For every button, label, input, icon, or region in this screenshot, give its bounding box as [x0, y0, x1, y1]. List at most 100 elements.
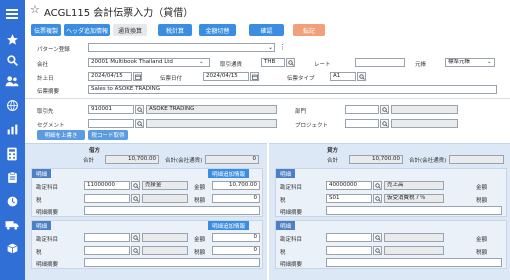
doc-date-calendar-icon[interactable]: [250, 72, 259, 81]
project-input[interactable]: [345, 119, 379, 128]
doc-type-search-icon[interactable]: [357, 72, 366, 81]
post-date-calendar-icon[interactable]: [133, 72, 142, 81]
credit-amount-label: 金額: [476, 185, 488, 191]
tax-calc-button[interactable]: 税計算: [158, 24, 192, 36]
debit-line2-tax-amount-input[interactable]: 0: [212, 246, 260, 255]
menu-icon[interactable]: [4, 6, 20, 22]
copy-voucher-button[interactable]: 伝票複製: [31, 24, 61, 36]
segment-search-icon[interactable]: [135, 119, 144, 128]
debit-total-company-field: 0: [205, 155, 259, 164]
project-search-icon[interactable]: [380, 119, 389, 128]
credit-line2-account-input[interactable]: [326, 233, 372, 242]
credit-title: 貸方: [327, 148, 339, 154]
favorite-star-icon[interactable]: ☆: [30, 3, 40, 16]
debit-tax-input[interactable]: [84, 194, 130, 203]
debit-line2-account-search-icon[interactable]: [131, 233, 140, 242]
credit-line2-tax-input[interactable]: [326, 246, 372, 255]
partner-name-field: ASOKE TRADING: [146, 105, 277, 114]
debit-memo-input[interactable]: [84, 206, 260, 215]
debit-amount-label: 金額: [194, 185, 206, 191]
debit-line2-tax-input[interactable]: [84, 246, 130, 255]
debit-tax-amount-input[interactable]: 0: [212, 194, 260, 203]
debit-account-code-input[interactable]: 11000000: [84, 181, 130, 190]
get-tax-code-button[interactable]: 税コード取得: [88, 130, 128, 140]
doc-date-label: 伝票日付: [160, 76, 183, 82]
credit-line-2: 明細 勘定科目 金額 税 税額 明細摘要: [275, 220, 507, 269]
credit-tax-code-input[interactable]: S01: [326, 194, 372, 203]
debit-total-label: 合計: [83, 158, 95, 164]
chart-icon[interactable]: [4, 121, 20, 137]
post-button[interactable]: 転記: [293, 24, 325, 36]
chevron-down-icon[interactable]: ⌄: [268, 44, 273, 51]
doc-date-input[interactable]: 2024/04/15: [203, 72, 249, 81]
company-label: 会社: [37, 62, 49, 68]
credit-line2-account-search-icon[interactable]: [373, 233, 382, 242]
clipboard-icon[interactable]: [4, 169, 20, 185]
rate-input[interactable]: [355, 58, 405, 67]
credit-line2-tag: 明細: [276, 221, 296, 230]
debit-line2-tax-search-icon[interactable]: [131, 246, 140, 255]
overwrite-lines-button[interactable]: 明細を上書き: [37, 130, 85, 140]
globe-icon[interactable]: [4, 97, 20, 113]
calculator-icon[interactable]: [4, 146, 20, 162]
debit-line2-add-info-button[interactable]: 明細追加情報: [208, 221, 250, 230]
debit-line2-amount-input[interactable]: 0: [212, 233, 260, 242]
search-icon[interactable]: [4, 52, 20, 68]
pattern-label: パターン登録: [37, 47, 70, 53]
credit-line-1: 明細 勘定科目 40000000 売上高 金額 税 S01 仮受消費税７％ 税額…: [275, 168, 507, 217]
users-icon[interactable]: [4, 73, 20, 89]
debit-panel: 借方 合計 10,700.00 合計(会社通貨) 0 明細 明細追加情報 勘定科…: [25, 143, 267, 280]
credit-memo-input[interactable]: [326, 206, 502, 215]
box-icon[interactable]: [4, 240, 20, 256]
debit-tax-search-icon[interactable]: [131, 194, 140, 203]
debit-total-company-label: 合計(会社通貨): [165, 158, 203, 164]
more-options-icon[interactable]: ⋮: [279, 43, 286, 51]
amount-toggle-button[interactable]: 金額切替: [199, 24, 236, 36]
doc-type-input[interactable]: A1: [330, 72, 356, 81]
credit-line2-memo-input[interactable]: [326, 258, 502, 267]
debit-account-label: 勘定科目: [36, 185, 59, 191]
credit-total-company-label: 合計(会社通貨): [409, 158, 447, 164]
credit-total-label: 合計: [327, 158, 339, 164]
debit-amount-input[interactable]: 10,700.00: [212, 181, 260, 190]
summary-input[interactable]: Sales to ASOKE TRADING: [88, 85, 497, 94]
main-area: ☆ ACGL115 会計伝票入力（貸借） 伝票複製 ヘッダ追加情報 通貨換算 税…: [25, 0, 510, 280]
clock-icon[interactable]: [4, 193, 20, 209]
debit-line2-tag: 明細: [32, 221, 52, 230]
confirm-button[interactable]: 確認: [249, 24, 284, 36]
debit-line-add-info-button[interactable]: 明細追加情報: [208, 169, 250, 178]
star-icon[interactable]: [4, 31, 20, 47]
page-title: ACGL115 会計伝票入力（貸借）: [44, 8, 194, 19]
currency-search-icon[interactable]: [286, 58, 295, 67]
debit-line2-account-input[interactable]: [84, 233, 130, 242]
header-info-button[interactable]: ヘッダ追加情報: [64, 24, 110, 36]
dept-search-icon[interactable]: [380, 105, 389, 114]
project-name-field: [391, 119, 458, 128]
debit-memo-label: 明細摘要: [36, 210, 59, 216]
credit-total-company-field: [449, 155, 504, 164]
segment-input[interactable]: [88, 119, 134, 128]
debit-line2-tax-label: 税: [36, 250, 42, 256]
truck-icon[interactable]: [4, 217, 20, 233]
credit-account-search-icon[interactable]: [373, 181, 382, 190]
partner-search-icon[interactable]: [135, 105, 144, 114]
company-chevron-icon[interactable]: ⌄: [199, 59, 204, 65]
currency-input[interactable]: THB: [261, 58, 285, 67]
dept-input[interactable]: [345, 105, 379, 114]
credit-account-code-input[interactable]: 40000000: [326, 181, 372, 190]
title-bar: ☆ ACGL115 会計伝票入力（貸借）: [25, 0, 510, 20]
debit-account-name-field: 売掛金: [142, 181, 188, 190]
credit-line2-tax-search-icon[interactable]: [373, 246, 382, 255]
currency-convert-button[interactable]: 通貨換算: [113, 24, 147, 36]
company-select[interactable]: 20001 Multibook Thailand Ltd: [88, 58, 210, 67]
partner-code-input[interactable]: 910001: [88, 105, 134, 114]
credit-line2-tax-name-field: [384, 246, 444, 255]
credit-line2-tax-amount-label: 税額: [476, 250, 488, 256]
debit-account-search-icon[interactable]: [131, 181, 140, 190]
ledger-chevron-icon[interactable]: ⌄: [487, 59, 492, 65]
debit-line2-memo-input[interactable]: [84, 258, 260, 267]
post-date-input[interactable]: 2024/04/15: [88, 72, 132, 81]
debit-line2-account-name-field: [142, 233, 188, 242]
credit-tax-search-icon[interactable]: [373, 194, 382, 203]
pattern-select[interactable]: [88, 43, 275, 52]
